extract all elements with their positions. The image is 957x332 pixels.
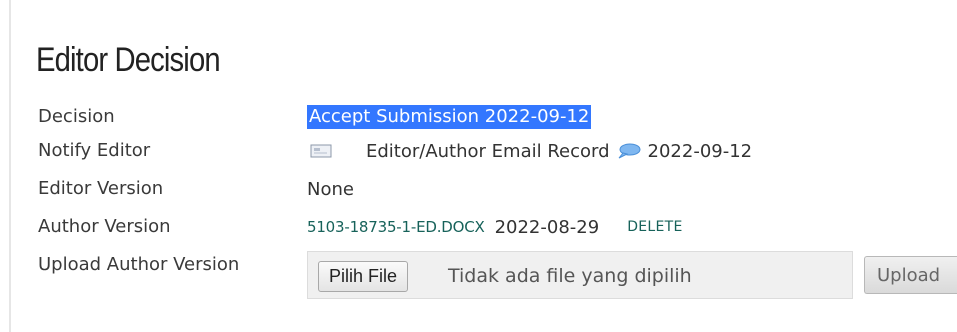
- editor-version-value: None: [307, 178, 354, 200]
- notify-date: 2022-09-12: [647, 140, 753, 162]
- section-title: Editor Decision: [36, 41, 221, 79]
- author-file-date: 2022-08-29: [494, 216, 600, 238]
- author-file-link[interactable]: 5103-18735-1-ED.DOCX: [307, 218, 485, 236]
- notify-editor-label: Notify Editor: [38, 140, 151, 161]
- author-version-row: Author Version 5103-18735-1-ED.DOCX 2022…: [0, 211, 957, 243]
- envelope-icon[interactable]: [310, 143, 332, 159]
- author-version-value: 5103-18735-1-ED.DOCX 2022-08-29 DELETE: [307, 211, 683, 243]
- upload-button[interactable]: Upload: [864, 256, 957, 294]
- decision-link[interactable]: Accept Submission 2022-09-12: [307, 105, 592, 129]
- file-input[interactable]: Pilih File Tidak ada file yang dipilih: [307, 251, 853, 299]
- upload-author-version-label: Upload Author Version: [38, 254, 240, 275]
- no-file-text: Tidak ada file yang dipilih: [448, 265, 692, 287]
- decision-value: Accept Submission 2022-09-12: [307, 101, 592, 133]
- decision-label: Decision: [38, 106, 115, 127]
- notify-editor-value: Editor/Author Email Record 2022-09-12: [307, 135, 752, 167]
- editor-version-label: Editor Version: [38, 178, 164, 199]
- delete-link[interactable]: DELETE: [627, 219, 682, 235]
- notify-editor-row: Notify Editor Editor/Author Email Record…: [0, 135, 957, 167]
- choose-file-button[interactable]: Pilih File: [318, 261, 409, 292]
- decision-row: Decision Accept Submission 2022-09-12: [0, 101, 957, 133]
- author-version-label: Author Version: [38, 216, 171, 237]
- editor-version-row: Editor Version None: [0, 173, 957, 205]
- comment-bubble-icon[interactable]: [616, 143, 642, 159]
- email-record-link[interactable]: Editor/Author Email Record: [366, 141, 610, 162]
